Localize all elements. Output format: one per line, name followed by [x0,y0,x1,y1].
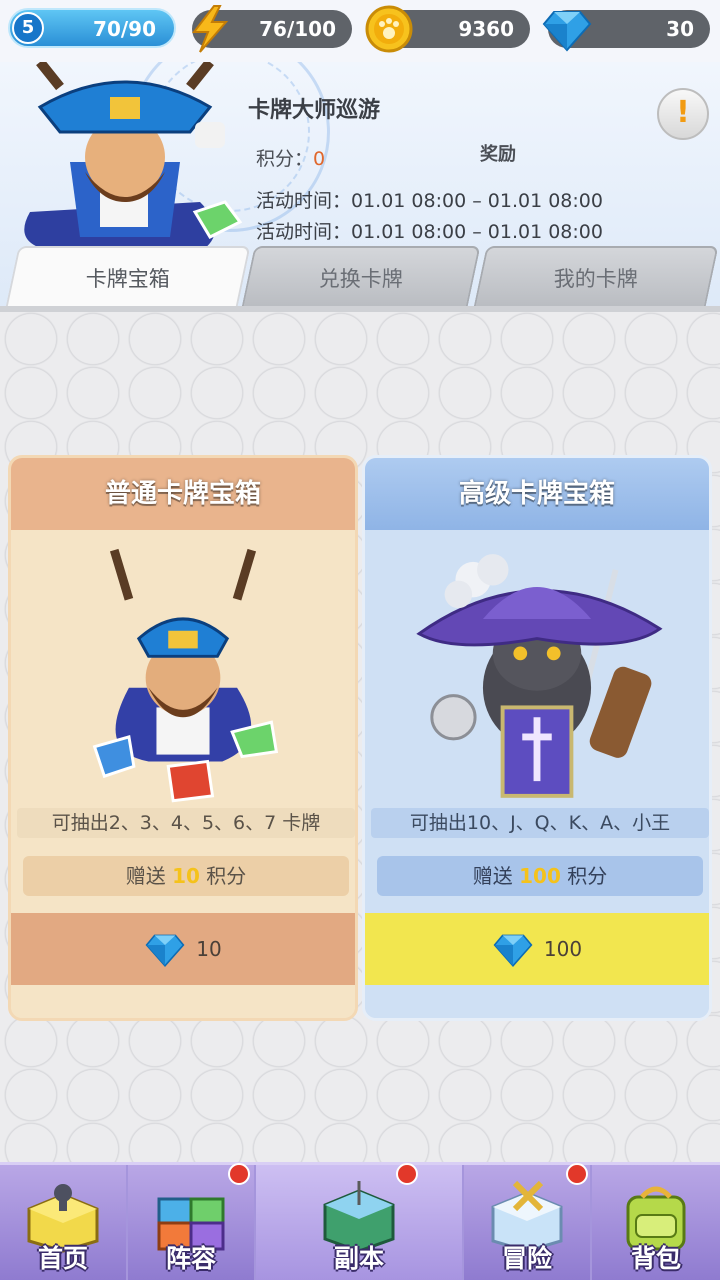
level-badge: 5 [12,12,44,44]
nav-adventure[interactable]: 冒险 [464,1163,592,1280]
card-footer [365,985,709,1018]
coin-icon [365,5,413,53]
coin-counter[interactable]: 9360 [365,5,530,53]
tab-label: 兑换卡牌 [318,267,403,291]
bottom-nav: 首页 阵容 副本 冒险 背包 [0,1162,720,1280]
price-value: 10 [196,937,222,961]
card-title: 普通卡牌宝箱 [11,458,355,530]
coin-value: 9360 [458,17,514,41]
buy-button[interactable]: 10 [11,913,355,985]
reward-link[interactable]: 奖励 [480,140,516,166]
nav-label: 冒险 [501,1244,552,1273]
event-title: 卡牌大师巡游 [248,98,381,123]
exp-value: 70/90 [93,17,156,41]
card-description: 可抽出2、3、4、5、6、7 卡牌 [17,808,355,838]
bonus-number: 10 [172,864,200,888]
advanced-chest-card[interactable]: 高级卡牌宝箱 可抽出10、J、Q、K、A、小王 赠送 100 积分 100 [362,455,712,1021]
notification-badge [566,1163,588,1185]
nav-label: 阵容 [165,1244,216,1273]
bonus-points: 赠送 10 积分 [23,856,349,896]
tab-my-cards[interactable]: 我的卡牌 [473,246,719,308]
notification-badge [396,1163,418,1185]
lightning-icon [191,5,229,53]
bonus-suffix: 积分 [560,864,608,888]
price-value: 100 [543,937,583,961]
hero-portrait [24,62,243,252]
gem-value: 30 [666,17,694,41]
musketeer-cat-art [416,554,663,798]
card-description: 可抽出10、J、Q、K、A、小王 [371,808,709,838]
tab-exchange-cards[interactable]: 兑换卡牌 [241,246,481,308]
nav-home[interactable]: 首页 [0,1165,128,1280]
hero-card-art [92,548,279,803]
score-row: 积分：0 [256,144,325,171]
bonus-number: 100 [519,864,561,888]
nav-lineup[interactable]: 阵容 [128,1163,256,1280]
tab-label: 卡牌宝箱 [85,267,170,291]
bonus-prefix: 赠送 [125,864,173,888]
gem-counter[interactable]: 30 [542,10,710,52]
tab-label: 我的卡牌 [553,267,638,291]
card-footer [11,985,355,1018]
nav-bag[interactable]: 背包 [592,1165,720,1280]
energy-counter[interactable]: 76/100 [191,5,352,53]
level-exp-pill[interactable]: 5 70/90 [8,8,176,48]
buy-button[interactable]: 100 [365,913,709,985]
bonus-suffix: 积分 [199,864,247,888]
event-time-row: 活动时间：01.01 08:00 – 01.01 08:00 [256,221,603,243]
nav-label: 副本 [333,1244,384,1273]
diamond-icon [145,934,185,968]
nav-label: 背包 [630,1244,681,1273]
tab-card-chest[interactable]: 卡牌宝箱 [5,246,251,308]
event-time-row: 活动时间：01.01 08:00 – 01.01 08:00 [256,190,603,212]
normal-chest-card[interactable]: 普通卡牌宝箱 可抽出2、3、4、5、6、7 卡牌 赠送 10 积分 10 [8,455,358,1021]
bonus-prefix: 赠送 [472,864,520,888]
nav-label: 首页 [37,1244,88,1273]
score-value: 0 [313,148,326,170]
diamond-icon [493,934,533,968]
info-button[interactable]: ! [657,88,709,140]
nav-dungeon[interactable]: 副本 [256,1163,464,1280]
score-label: 积分： [256,148,314,170]
energy-value: 76/100 [259,17,336,41]
bonus-points: 赠送 100 积分 [377,856,703,896]
resource-bar: 5 70/90 76/100 9360 30 [0,0,720,62]
diamond-icon [542,11,592,52]
notification-badge [228,1163,250,1185]
tab-divider [0,306,720,312]
card-title: 高级卡牌宝箱 [365,458,709,530]
